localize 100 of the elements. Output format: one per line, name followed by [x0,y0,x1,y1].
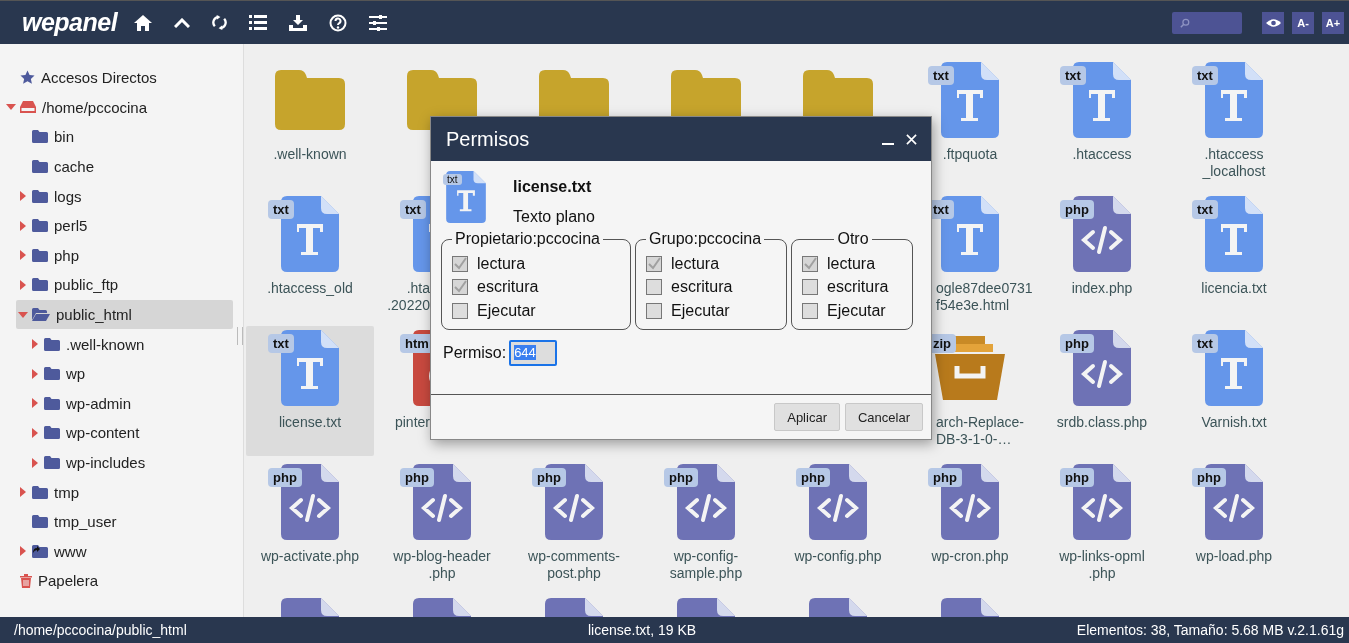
caret-right-icon[interactable] [30,339,40,350]
tree-item[interactable]: .well-known [28,329,151,359]
file-name: wp-activate.php [259,548,361,565]
file-item[interactable]: php srdb.class.php [1038,326,1166,456]
tree-item[interactable]: www [16,536,93,567]
download-icon[interactable] [289,14,308,31]
file-item[interactable]: php wp-comments- post.php [510,460,638,590]
checkbox[interactable] [802,279,818,296]
resize-handle[interactable] [237,327,243,345]
folder-icon [44,367,60,381]
permission-checkbox[interactable]: Ejecutar [452,299,622,323]
file-item[interactable]: .well-known [246,58,374,188]
file-type-badge: php [1192,468,1226,487]
file-type-badge: txt [1192,334,1218,353]
file-type-badge: php [400,468,434,487]
caret-right-icon[interactable] [30,368,40,379]
file-item[interactable]: txt Varnish.txt [1170,326,1298,456]
permission-field[interactable]: 644 [509,339,558,366]
permission-checkbox[interactable]: Ejecutar [802,299,904,323]
tree-item[interactable]: tmp [16,477,85,507]
file-name[interactable]: .hta .20220 [378,280,430,314]
file-item[interactable]: php wp-load.php [1170,460,1298,590]
file-item[interactable]: php wp-config.php [774,460,902,590]
tree-item[interactable]: /home/pccocina [4,92,154,123]
file-name[interactable]: pinter [378,414,430,431]
permission-checkbox[interactable]: lectura [646,252,778,276]
chevron-up-icon[interactable] [174,17,191,28]
view-toggle-button[interactable] [1262,11,1284,34]
apply-button[interactable]: Aplicar [774,403,840,431]
tree-item[interactable]: Accesos Directos [4,63,163,93]
checkbox[interactable] [452,302,468,319]
file-name: .well-known [272,146,348,163]
caret-down-icon[interactable] [18,309,28,320]
refresh-icon[interactable] [212,15,228,30]
checkbox[interactable] [802,255,818,272]
permission-checkbox[interactable]: escritura [646,275,778,299]
file-name[interactable]: ogle87dee0731 f54e3e.html [936,280,1034,314]
tree-item[interactable]: tmp_user [16,506,123,537]
caret-right-icon[interactable] [18,546,28,557]
tree-item[interactable]: public_html [16,299,233,330]
checkbox[interactable] [646,302,662,319]
caret-right-icon[interactable] [18,191,28,202]
font-decrease-button[interactable]: A- [1292,11,1314,34]
list-icon[interactable] [249,15,268,30]
caret-right-icon[interactable] [30,427,40,438]
file-item[interactable]: php wp-activate.php [246,460,374,590]
tree-item[interactable]: wp [28,358,92,389]
permission-checkbox[interactable]: lectura [802,252,904,276]
home-icon[interactable] [134,14,153,31]
permission-checkbox[interactable]: escritura [802,275,904,299]
tree-item[interactable]: Papelera [4,566,105,596]
tree-item[interactable]: public_ftp [16,270,125,300]
file-item[interactable]: txt .ftpquota [906,58,1034,188]
tree-item[interactable]: perl5 [16,210,94,241]
checkbox[interactable] [646,279,662,296]
search-field[interactable] [1172,11,1242,34]
help-icon[interactable] [329,13,348,32]
file-item[interactable]: txt license.txt [246,326,374,456]
file-item[interactable]: php wp-config- sample.php [642,460,770,590]
folder-icon [44,337,60,351]
file-item[interactable]: php wp-cron.php [906,460,1034,590]
open-folder-icon [32,308,50,322]
font-increase-button[interactable]: A+ [1322,11,1344,34]
tree-item[interactable]: wp-admin [28,388,138,419]
file-item[interactable]: txt .htaccess _localhost [1170,58,1298,188]
file-item[interactable]: php index.php [1038,192,1166,322]
checkbox[interactable] [452,279,468,296]
file-item[interactable]: txt licencia.txt [1170,192,1298,322]
file-item[interactable]: php wp-links-opml .php [1038,460,1166,590]
logo[interactable]: wepanel [22,8,118,37]
close-icon[interactable] [906,133,917,145]
caret-right-icon[interactable] [18,279,28,290]
file-item[interactable]: php wp-blog-header .php [378,460,506,590]
file-type-badge: php [1060,468,1094,487]
caret-right-icon[interactable] [30,398,40,409]
checkbox[interactable] [452,255,468,272]
settings-sliders-icon[interactable] [369,14,388,31]
tree-item[interactable]: wp-content [28,418,146,448]
caret-right-icon[interactable] [30,457,40,468]
tree-item[interactable]: cache [16,151,101,182]
file-item[interactable]: txt .htaccess [1038,58,1166,188]
caret-right-icon[interactable] [18,487,28,498]
tree-item[interactable]: bin [16,122,81,152]
group-legend: Otro [834,230,872,248]
tree-item[interactable]: php [16,240,86,271]
permission-checkbox[interactable]: Ejecutar [646,299,778,323]
search-icon [1180,17,1190,28]
caret-right-icon[interactable] [18,250,28,261]
caret-right-icon[interactable] [18,220,28,231]
file-type-badge: php [1060,334,1094,353]
checkbox[interactable] [802,302,818,319]
cancel-button[interactable]: Cancelar [844,403,923,431]
checkbox[interactable] [646,255,662,272]
permission-checkbox[interactable]: lectura [452,252,622,276]
folder-icon [44,426,60,440]
tree-item[interactable]: wp-includes [28,447,152,478]
permission-checkbox[interactable]: escritura [452,275,622,299]
file-item[interactable]: txt .htaccess_old [246,192,374,322]
file-name[interactable]: arch-Replace- DB-3-1-0-… [936,414,1034,448]
tree-item[interactable]: logs [16,181,88,211]
